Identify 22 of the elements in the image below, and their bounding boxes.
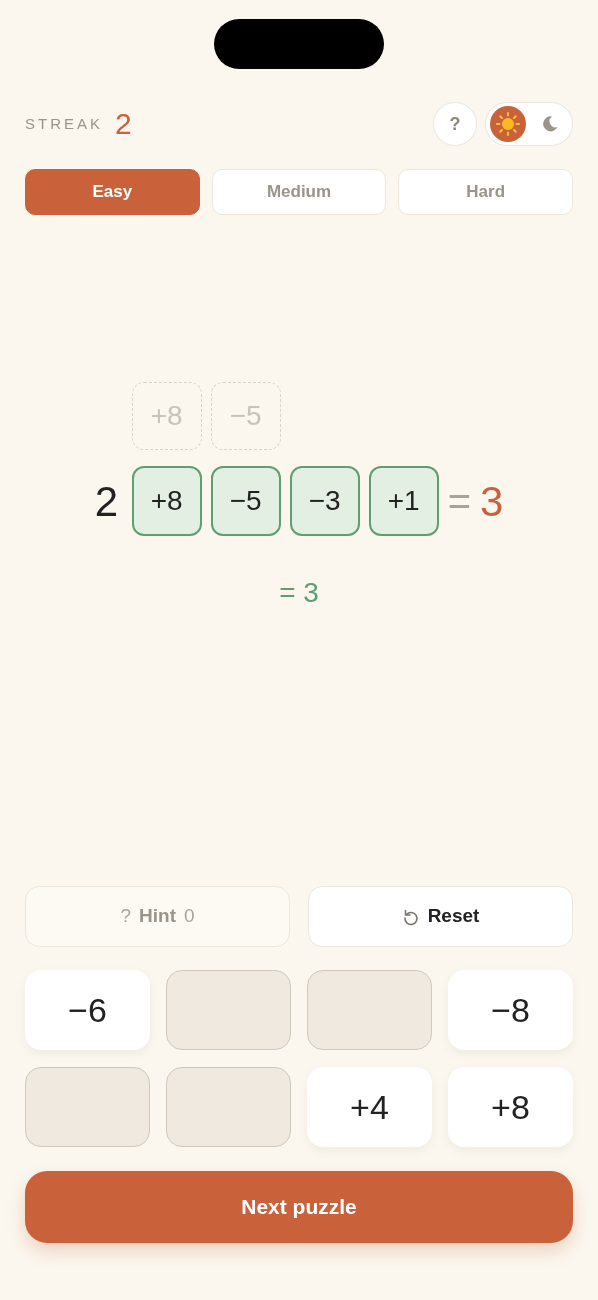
next-puzzle-button[interactable]: Next puzzle <box>25 1171 573 1243</box>
streak-label: STREAK <box>25 113 103 134</box>
sun-icon <box>496 112 520 136</box>
number-key[interactable]: +4 <box>307 1067 432 1147</box>
start-number: 2 <box>94 476 119 527</box>
moon-icon <box>541 115 559 133</box>
reset-button[interactable]: Reset <box>308 886 573 947</box>
operation-tile[interactable]: +1 <box>368 466 439 536</box>
result-text: = 3 <box>278 576 320 610</box>
equals-sign: = <box>447 478 471 525</box>
operation-tile[interactable]: +8 <box>131 466 202 536</box>
operation-tile[interactable]: −3 <box>289 466 360 536</box>
number-key[interactable]: +8 <box>448 1067 573 1147</box>
operation-tile[interactable]: −5 <box>210 466 281 536</box>
difficulty-tab[interactable]: Easy <box>25 169 200 215</box>
number-key[interactable]: −8 <box>448 970 573 1050</box>
target-number: 3 <box>480 476 504 527</box>
reset-icon <box>401 907 420 926</box>
streak-count: 2 <box>115 109 132 139</box>
help-button[interactable]: ? <box>433 102 477 146</box>
theme-toggle[interactable] <box>485 102 573 146</box>
number-key[interactable]: −6 <box>25 970 150 1050</box>
